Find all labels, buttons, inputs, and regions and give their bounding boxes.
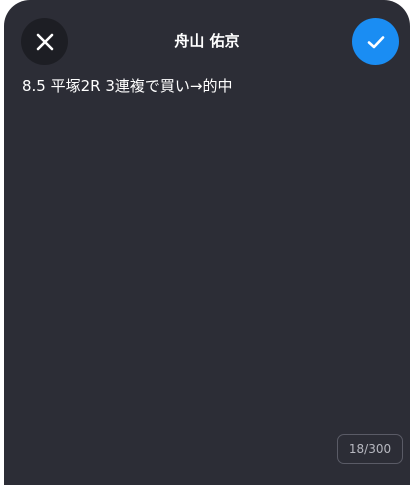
page-title: 舟山 佑京 bbox=[174, 32, 240, 50]
character-counter: 18/300 bbox=[337, 434, 403, 464]
memo-editor-sheet: 舟山 佑京 8.5 平塚2R 3連複で買い→的中 18/300 bbox=[4, 0, 410, 485]
memo-text-area[interactable]: 8.5 平塚2R 3連複で買い→的中 bbox=[22, 75, 392, 97]
close-icon bbox=[36, 33, 53, 50]
header: 舟山 佑京 bbox=[4, 0, 410, 84]
confirm-button[interactable] bbox=[352, 18, 399, 65]
close-button[interactable] bbox=[21, 18, 68, 65]
check-icon bbox=[367, 35, 384, 48]
